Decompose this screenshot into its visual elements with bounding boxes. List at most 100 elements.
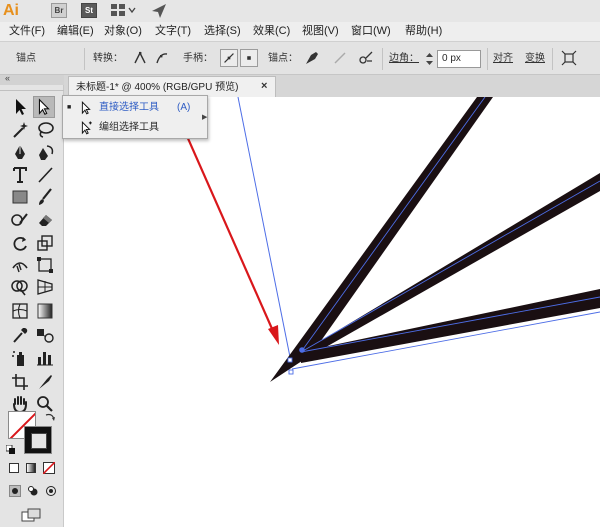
none-button-icon[interactable]	[43, 462, 55, 474]
corner-radius-input[interactable]: 0 px	[437, 50, 481, 68]
rectangle-icon	[12, 190, 28, 204]
show-handles-icon[interactable]	[220, 49, 238, 67]
perspective-grid-tool[interactable]	[34, 276, 56, 298]
stroke-color-swatch[interactable]	[24, 426, 52, 454]
curvature-pen-icon	[39, 145, 54, 160]
hide-handles-icon[interactable]	[240, 49, 258, 67]
symbol-sprayer-icon	[12, 351, 24, 366]
draw-inside-icon[interactable]	[45, 485, 57, 497]
artboard-icon	[12, 374, 28, 390]
rotate-tool[interactable]	[9, 232, 31, 254]
menu-select[interactable]: 选择(S)	[204, 24, 241, 39]
column-graph-tool[interactable]	[34, 347, 56, 369]
mesh-tool[interactable]	[9, 300, 31, 322]
menu-edit[interactable]: 编辑(E)	[57, 24, 94, 39]
eraser-tool[interactable]	[34, 208, 56, 230]
workspace-layout-icon[interactable]	[110, 2, 138, 19]
menu-effect[interactable]: 效果(C)	[253, 24, 290, 39]
menu-help[interactable]: 帮助(H)	[405, 24, 442, 39]
bridge-button[interactable]: Br	[51, 3, 67, 18]
convert-to-smooth-icon[interactable]	[153, 49, 171, 67]
divider	[84, 48, 85, 70]
draw-normal-button[interactable]	[9, 485, 21, 497]
paintbrush-tool[interactable]	[34, 186, 56, 208]
blend-icon	[37, 329, 54, 343]
menu-window[interactable]: 窗口(W)	[351, 24, 391, 39]
title-bar: Ai Br St	[0, 0, 600, 22]
mesh-icon	[12, 303, 28, 319]
menu-view[interactable]: 视图(V)	[302, 24, 339, 39]
rectangle-tool[interactable]	[9, 186, 31, 208]
document-tab[interactable]: 未标题-1* @ 400% (RGB/GPU 预览) ×	[68, 76, 276, 97]
shaper-icon	[11, 213, 28, 226]
gradient-button[interactable]	[26, 463, 36, 473]
anchor-point[interactable]	[287, 357, 293, 363]
cut-path-icon[interactable]	[357, 49, 375, 67]
artboard-canvas[interactable]	[65, 97, 600, 527]
gradient-tool[interactable]	[34, 300, 56, 322]
flyout-item-label: 编组选择工具	[99, 122, 159, 133]
screen-mode-icon[interactable]	[20, 507, 44, 523]
corners-label: 边角：	[389, 53, 419, 64]
close-tab-icon[interactable]: ×	[261, 80, 267, 93]
selection-tool[interactable]	[9, 96, 31, 118]
pen-tool[interactable]	[9, 142, 31, 164]
connect-anchors-icon[interactable]	[331, 49, 349, 67]
flyout-item-group-selection[interactable]: 编组选择工具	[63, 118, 207, 138]
symbol-sprayer-tool[interactable]	[9, 347, 31, 369]
menu-file[interactable]: 文件(F)	[9, 24, 45, 39]
tools-header	[0, 87, 64, 91]
line-segment-tool[interactable]	[34, 164, 56, 186]
perspective-grid-icon	[37, 279, 53, 295]
corner-stepper[interactable]	[424, 50, 435, 68]
line-segment-icon	[38, 167, 53, 183]
shaper-tool[interactable]	[9, 208, 31, 230]
curvature-tool[interactable]	[34, 142, 56, 164]
menu-object[interactable]: 对象(O)	[104, 24, 142, 39]
blend-tool[interactable]	[34, 324, 56, 346]
direct-selection-flyout: ■ 直接选择工具 (A) 编组选择工具 ▶	[62, 95, 208, 139]
artboard-tool[interactable]	[9, 371, 31, 393]
path-lower-edge	[291, 311, 600, 370]
stock-button[interactable]: St	[81, 3, 97, 18]
width-tool[interactable]	[9, 254, 31, 276]
control-bar: 锚点 转换： 手柄： 锚点： 边角： 0 px 对齐 变换	[0, 41, 600, 75]
anchor-point[interactable]	[288, 369, 294, 375]
direct-selection-icon	[38, 98, 50, 116]
flyout-item-direct-selection[interactable]: ■ 直接选择工具 (A)	[63, 98, 207, 118]
free-transform-tool[interactable]	[34, 254, 56, 276]
path-guide-line	[237, 97, 293, 368]
remove-anchor-icon[interactable]	[303, 49, 321, 67]
slice-tool[interactable]	[34, 371, 56, 393]
direct-selection-tool[interactable]	[33, 96, 55, 118]
selected-anchor-point[interactable]	[299, 347, 305, 353]
handles-label: 手柄：	[183, 53, 213, 64]
magic-wand-tool[interactable]	[9, 119, 31, 141]
convert-to-corner-icon[interactable]	[131, 49, 149, 67]
shape-builder-tool[interactable]	[9, 276, 31, 298]
type-tool[interactable]	[9, 164, 31, 186]
align-button[interactable]: 对齐	[493, 50, 513, 68]
isolate-object-icon[interactable]	[560, 49, 578, 67]
scale-tool[interactable]	[34, 232, 56, 254]
swap-fill-stroke-icon[interactable]	[44, 411, 56, 423]
slice-icon	[39, 375, 52, 389]
send-rocket-icon[interactable]	[150, 2, 168, 19]
flyout-item-label: 直接选择工具	[99, 102, 159, 113]
app-logo: Ai	[3, 2, 19, 19]
free-transform-icon	[37, 257, 53, 273]
divider	[382, 48, 383, 70]
artwork	[173, 97, 600, 382]
collapse-panel-icon[interactable]: «	[5, 73, 10, 83]
flyout-tearoff-arrow-icon[interactable]: ▶	[202, 113, 207, 121]
lasso-tool[interactable]	[34, 119, 56, 141]
default-fill-stroke-icon[interactable]	[6, 445, 16, 455]
transform-button[interactable]: 变换	[525, 50, 545, 68]
draw-behind-icon[interactable]	[27, 485, 39, 497]
rotate-icon	[13, 236, 27, 251]
color-button[interactable]	[9, 463, 19, 473]
divider	[487, 48, 488, 70]
eyedropper-tool[interactable]	[9, 324, 31, 346]
panel-grip[interactable]: «	[0, 73, 64, 85]
menu-type[interactable]: 文字(T)	[155, 24, 191, 39]
